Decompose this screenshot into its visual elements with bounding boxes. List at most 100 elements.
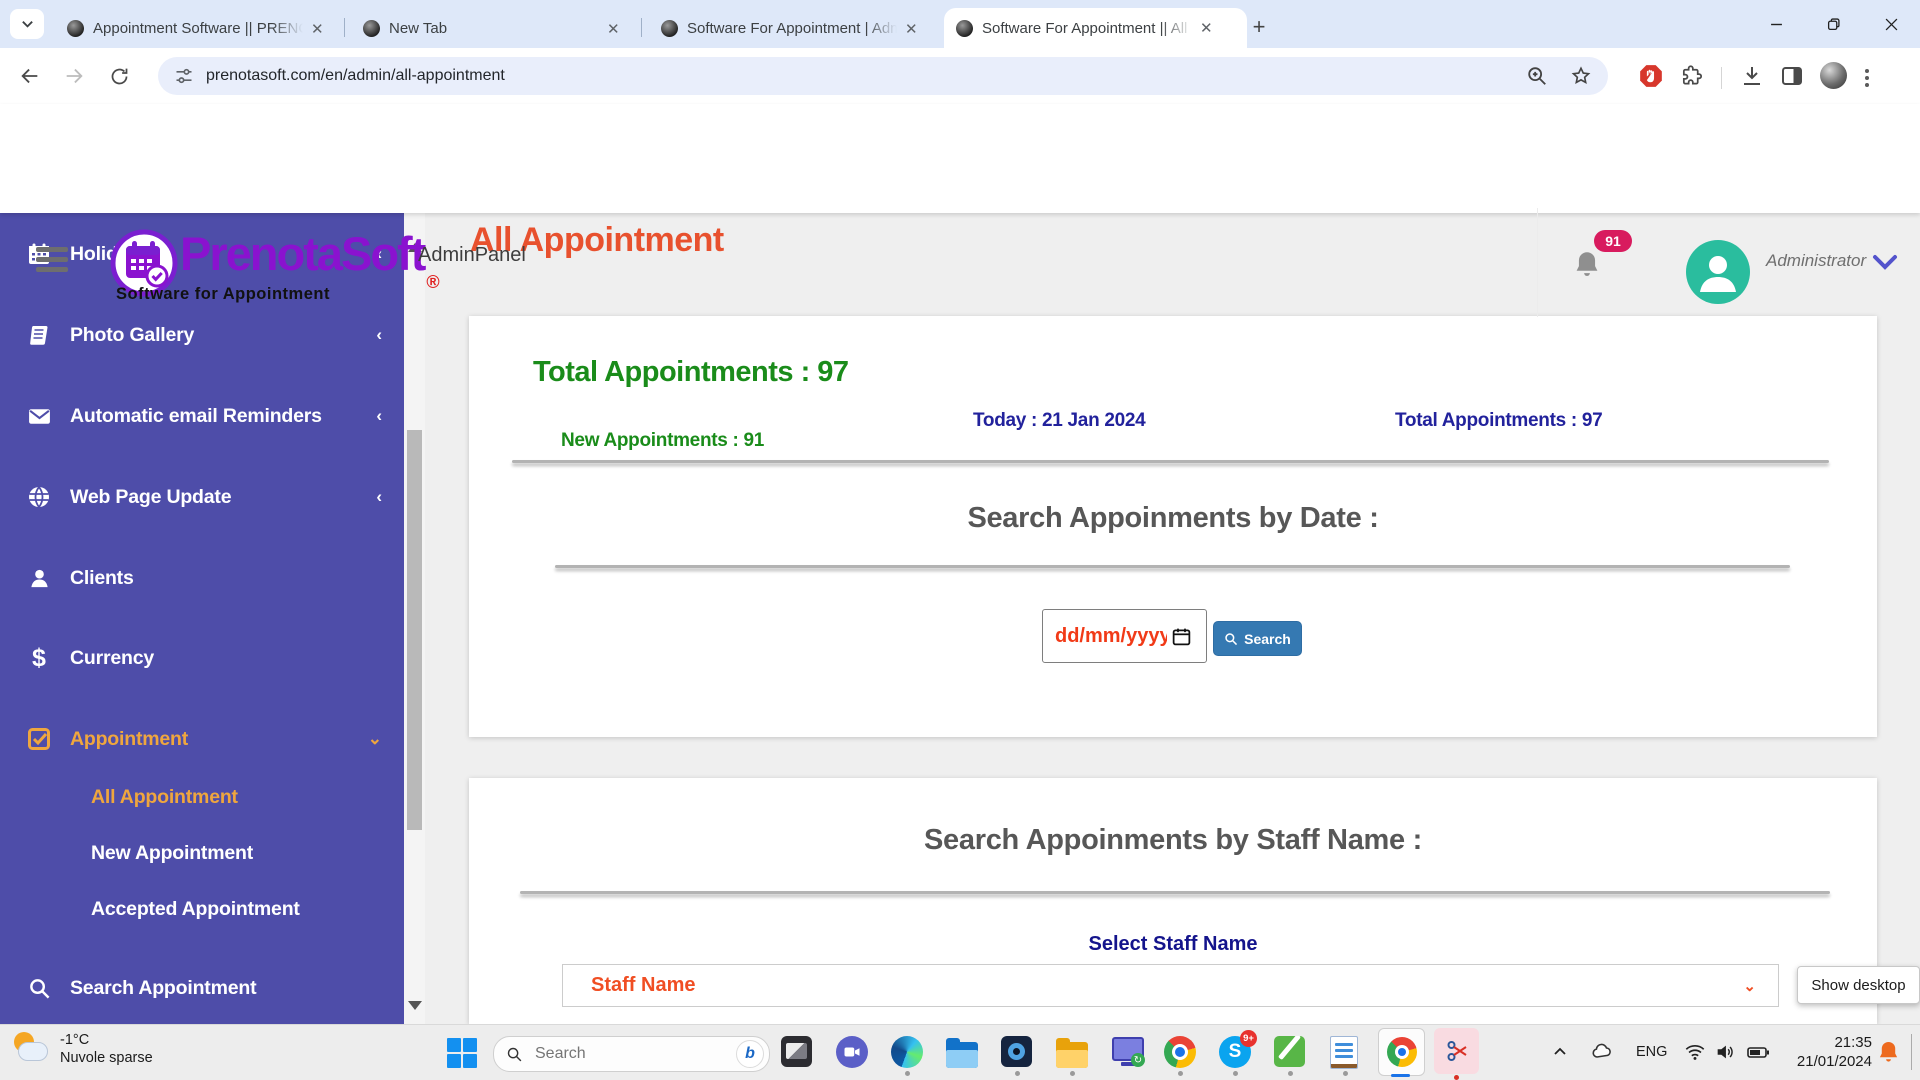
person-icon xyxy=(26,567,52,590)
divider xyxy=(512,460,1829,463)
collapse-chevron-icon: ‹ xyxy=(376,325,382,345)
sidebar-item-web-page-update[interactable]: Web Page Update ‹ xyxy=(0,480,404,514)
taskbar-app-remote-desktop[interactable]: ↻ xyxy=(1111,1036,1143,1068)
bookmark-button[interactable] xyxy=(1570,65,1592,87)
window-restore-button[interactable] xyxy=(1809,0,1857,48)
side-panel-button[interactable] xyxy=(1772,64,1812,93)
forward-button[interactable] xyxy=(60,62,88,90)
sidebar-toggle-button[interactable] xyxy=(36,247,68,272)
weather-icon xyxy=(10,1028,52,1070)
taskbar-app-media[interactable] xyxy=(1001,1036,1033,1068)
sidebar-scrollbar[interactable] xyxy=(404,213,425,1024)
browser-tab-active[interactable]: Software For Appointment || All ✕ xyxy=(944,8,1247,48)
browser-menu-button[interactable] xyxy=(1855,69,1879,87)
staff-name-select[interactable]: Staff Name ⌄ xyxy=(562,964,1779,1007)
taskbar-app-folder[interactable] xyxy=(1056,1038,1088,1070)
toolbar-divider xyxy=(1721,67,1722,89)
taskbar-app-chrome-active[interactable] xyxy=(1378,1028,1425,1076)
tray-language[interactable]: ENG xyxy=(1636,1024,1667,1080)
user-avatar[interactable] xyxy=(1686,240,1750,304)
new-tab-button[interactable]: + xyxy=(1244,12,1274,42)
taskbar-app-teams[interactable] xyxy=(836,1036,868,1068)
taskbar-app-photos[interactable] xyxy=(781,1036,813,1068)
sidebar-item-email-reminders[interactable]: Automatic email Reminders ‹ xyxy=(0,399,404,433)
scrollbar-thumb[interactable] xyxy=(407,430,422,830)
tab-close-icon[interactable]: ✕ xyxy=(905,20,918,38)
window-close-button[interactable] xyxy=(1867,0,1915,48)
chevron-up-icon xyxy=(1552,1044,1568,1060)
extensions-button[interactable] xyxy=(1672,64,1711,92)
sidebar-item-clients[interactable]: Clients xyxy=(0,561,404,595)
sidebar-item-search-appointment[interactable]: Search Appointment xyxy=(0,971,404,1005)
tab-search-button[interactable] xyxy=(10,9,44,39)
new-appointments-stat: New Appointments : 91 xyxy=(561,430,764,452)
browser-tab-1[interactable]: Appointment Software || PRENOTA ✕ xyxy=(55,9,360,48)
staff-search-card: Search Appoinments by Staff Name : Selec… xyxy=(469,778,1877,1024)
globe-icon xyxy=(26,485,52,509)
url-bar[interactable]: prenotasoft.com/en/admin/all-appointment xyxy=(158,57,1608,95)
download-icon xyxy=(1740,64,1764,88)
tray-notifications[interactable] xyxy=(1877,1024,1900,1080)
divider xyxy=(520,891,1830,894)
sidebar-item-appointment[interactable]: Appointment ⌄ xyxy=(0,722,404,756)
sidebar-item-currency[interactable]: $ Currency xyxy=(0,641,404,675)
tray-battery[interactable] xyxy=(1746,1024,1770,1080)
taskbar-search[interactable]: b xyxy=(493,1036,770,1072)
calendar-picker-icon[interactable] xyxy=(1171,626,1192,647)
scissors-icon xyxy=(1445,1039,1469,1063)
toolbar-extensions-area xyxy=(1630,62,1879,94)
puzzle-icon xyxy=(1680,64,1703,87)
scroll-down-arrow[interactable] xyxy=(408,1001,422,1010)
tab-close-icon[interactable]: ✕ xyxy=(607,20,620,38)
taskbar-app-notepad[interactable] xyxy=(1330,1036,1362,1068)
tab-title: Appointment Software || PRENOTA xyxy=(93,20,303,37)
bing-icon: b xyxy=(736,1040,764,1068)
window-minimize-button[interactable] xyxy=(1752,0,1800,48)
adblock-button[interactable] xyxy=(1630,63,1672,94)
date-input[interactable] xyxy=(1042,609,1207,663)
date-field[interactable] xyxy=(1053,624,1169,649)
taskbar-app-file-explorer[interactable] xyxy=(946,1038,978,1070)
tray-volume[interactable] xyxy=(1714,1024,1736,1080)
downloads-button[interactable] xyxy=(1732,64,1772,93)
running-indicator xyxy=(1288,1071,1293,1076)
tray-wifi[interactable] xyxy=(1684,1024,1706,1080)
profile-button[interactable] xyxy=(1812,62,1855,94)
taskbar-app-edge[interactable] xyxy=(891,1036,923,1068)
tab-close-icon[interactable]: ✕ xyxy=(1200,19,1213,37)
reload-button[interactable] xyxy=(105,62,133,90)
browser-toolbar: prenotasoft.com/en/admin/all-appointment xyxy=(0,48,1920,105)
start-button[interactable] xyxy=(447,1038,477,1068)
search-by-date-button[interactable]: Search xyxy=(1213,621,1302,656)
site-settings-icon xyxy=(174,66,194,86)
notification-count-badge: 91 xyxy=(1594,230,1632,252)
site-favicon xyxy=(363,20,380,37)
user-menu-chevron-icon[interactable] xyxy=(1872,254,1898,272)
taskbar-weather-widget[interactable]: -1°C Nuvole sparse xyxy=(10,1028,153,1070)
tray-chevron-up[interactable] xyxy=(1552,1024,1568,1080)
close-icon xyxy=(1885,18,1898,31)
back-button[interactable] xyxy=(16,62,44,90)
running-indicator xyxy=(1233,1071,1238,1076)
taskbar-search-input[interactable] xyxy=(533,1044,707,1064)
taskbar-app-image-editor[interactable] xyxy=(1274,1036,1306,1068)
browser-tab-3[interactable]: Software For Appointment | Admin ✕ xyxy=(649,9,952,48)
tab-close-icon[interactable]: ✕ xyxy=(311,20,324,38)
show-desktop-strip[interactable] xyxy=(1911,1034,1912,1070)
sidebar-item-photo-gallery[interactable]: Photo Gallery ‹ xyxy=(0,318,404,352)
tab-title: Software For Appointment | Admin xyxy=(687,20,897,37)
battery-icon xyxy=(1746,1040,1770,1064)
select-staff-label: Select Staff Name xyxy=(469,933,1877,956)
active-app-indicator xyxy=(1391,1074,1410,1077)
notification-bell-icon[interactable] xyxy=(1573,250,1601,280)
zoom-page-button[interactable] xyxy=(1526,65,1548,87)
taskbar-app-chrome[interactable] xyxy=(1164,1036,1196,1068)
running-indicator xyxy=(1343,1071,1348,1076)
tray-clock[interactable]: 21:35 21/01/2024 xyxy=(1788,1024,1872,1080)
tab-separator xyxy=(344,18,345,37)
taskbar-app-snipping-tool[interactable] xyxy=(1434,1028,1479,1074)
tray-onedrive[interactable] xyxy=(1590,1024,1614,1080)
browser-tab-2[interactable]: New Tab ✕ xyxy=(351,9,656,48)
brand-name: PrenotaSoft® xyxy=(180,226,438,293)
taskbar-app-skype[interactable]: S9+ xyxy=(1219,1036,1251,1068)
